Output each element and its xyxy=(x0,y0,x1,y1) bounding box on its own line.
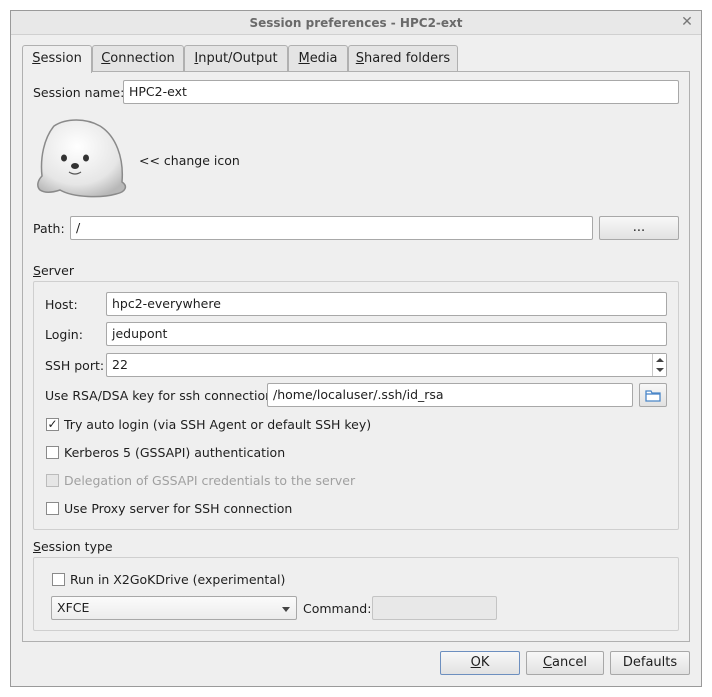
chevron-down-icon xyxy=(656,368,664,372)
proxy-checkbox[interactable] xyxy=(46,502,59,515)
auto-login-label[interactable]: Try auto login (via SSH Agent or default… xyxy=(64,417,371,432)
seal-icon xyxy=(37,119,127,198)
folder-icon xyxy=(645,390,661,402)
auto-login-checkbox[interactable]: ✓ xyxy=(46,418,59,431)
ssh-port-label: SSH port: xyxy=(45,358,105,373)
tab-input-output[interactable]: Input/Output xyxy=(184,45,288,72)
host-label: Host: xyxy=(45,297,78,312)
defaults-button[interactable]: Defaults xyxy=(610,651,690,675)
ssh-port-stepper[interactable] xyxy=(652,354,666,376)
cancel-button[interactable]: Cancel xyxy=(526,651,604,675)
session-name-label: Session name: xyxy=(33,85,125,100)
ok-button[interactable]: OK xyxy=(440,651,520,675)
browse-key-button[interactable] xyxy=(639,383,667,407)
window-title: Session preferences - HPC2-ext xyxy=(249,16,463,30)
chevron-up-icon xyxy=(656,358,664,362)
rsa-key-input[interactable]: /home/localuser/.ssh/id_rsa xyxy=(267,383,633,407)
tab-shared-folders[interactable]: Shared folders xyxy=(348,45,458,72)
session-icon-image[interactable] xyxy=(34,118,130,202)
browse-path-button[interactable]: ... xyxy=(599,216,679,240)
session-type-group-label: Session type xyxy=(33,539,113,554)
server-group-label: Server xyxy=(33,263,74,278)
x2gokdrive-label[interactable]: Run in X2GoKDrive (experimental) xyxy=(70,572,285,587)
gssapi-delegation-checkbox xyxy=(46,474,59,487)
login-input[interactable]: jedupont xyxy=(106,322,667,346)
kerberos-checkbox[interactable] xyxy=(46,446,59,459)
tab-media[interactable]: Media xyxy=(288,45,348,72)
close-icon[interactable]: ✕ xyxy=(679,14,695,30)
session-name-input[interactable]: HPC2-ext xyxy=(123,80,679,104)
change-icon-label[interactable]: << change icon xyxy=(139,153,240,168)
path-label: Path: xyxy=(33,221,65,236)
command-input xyxy=(372,596,497,620)
ssh-port-spinbox[interactable]: 22 xyxy=(106,353,667,377)
chevron-down-icon[interactable] xyxy=(280,603,292,613)
path-input[interactable]: / xyxy=(70,216,593,240)
tab-session[interactable]: Session xyxy=(22,45,92,73)
host-input[interactable]: hpc2-everywhere xyxy=(106,292,667,316)
login-label: Login: xyxy=(45,327,83,342)
rsa-key-label: Use RSA/DSA key for ssh connection: xyxy=(45,388,278,403)
title-bar[interactable]: Session preferences - HPC2-ext ✕ xyxy=(11,11,701,35)
command-label: Command: xyxy=(303,601,372,616)
x2gokdrive-checkbox[interactable] xyxy=(52,573,65,586)
proxy-label[interactable]: Use Proxy server for SSH connection xyxy=(64,501,292,516)
gssapi-delegation-label: Delegation of GSSAPI credentials to the … xyxy=(64,473,356,488)
tab-connection[interactable]: Connection xyxy=(92,45,184,72)
session-type-select[interactable]: XFCE xyxy=(51,596,297,620)
kerberos-label[interactable]: Kerberos 5 (GSSAPI) authentication xyxy=(64,445,285,460)
